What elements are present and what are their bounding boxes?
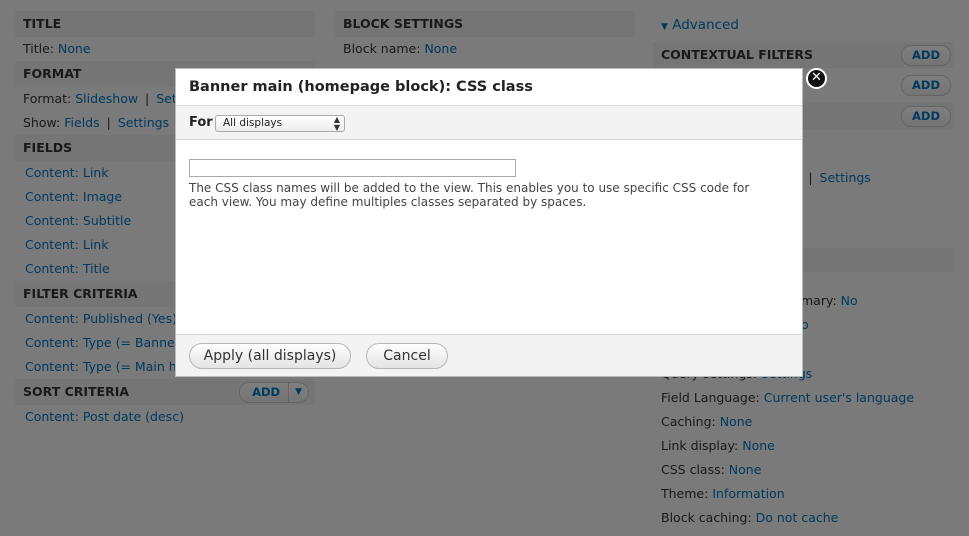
for-display-select[interactable]: All displays ▲ ▼ — [215, 115, 345, 132]
apply-button[interactable]: Apply (all displays) — [189, 343, 351, 369]
dialog-title: Banner main (homepage block): CSS class — [176, 69, 802, 106]
dialog-body: The CSS class names will be added to the… — [176, 140, 802, 336]
css-class-dialog: Banner main (homepage block): CSS class … — [175, 68, 803, 377]
css-class-description: The CSS class names will be added to the… — [189, 181, 750, 209]
close-icon[interactable]: ✕ — [806, 68, 827, 89]
for-bar: For All displays ▲ ▼ — [176, 106, 802, 140]
dialog-footer: Apply (all displays) Cancel — [176, 334, 802, 376]
select-arrows-icon: ▲ ▼ — [333, 115, 340, 132]
cancel-button[interactable]: Cancel — [366, 343, 448, 369]
css-class-input[interactable] — [189, 159, 516, 177]
for-display-select-value: All displays — [223, 117, 283, 129]
for-label: For — [189, 115, 213, 130]
